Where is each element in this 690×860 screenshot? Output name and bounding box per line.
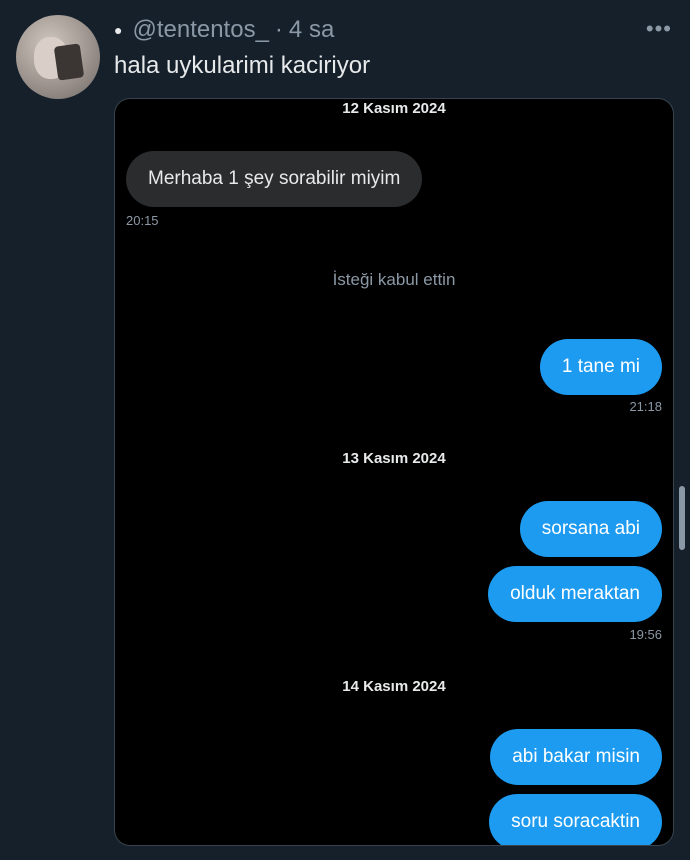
status-dot-icon: ● (114, 22, 123, 38)
message-time: 21:18 (629, 399, 662, 414)
header-separator: · (274, 16, 283, 43)
message-time: 19:56 (629, 627, 662, 642)
more-icon[interactable]: ••• (646, 16, 672, 42)
outgoing-message: 1 tane mi (539, 339, 662, 395)
user-handle[interactable]: @tententos_ (132, 16, 268, 44)
date-label: 12 Kasım 2024 (342, 100, 446, 117)
incoming-message: Merhaba 1 şey sorabilir miyim (126, 151, 423, 207)
date-label: 13 Kasım 2024 (342, 450, 446, 467)
date-label: 14 Kasım 2024 (342, 678, 446, 695)
outgoing-message: sorsana abi (519, 501, 662, 557)
timestamp[interactable]: 4 sa (289, 16, 334, 44)
scrollbar[interactable] (679, 486, 685, 550)
tweet-media-screenshot[interactable]: 12 Kasım 2024 Merhaba 1 şey sorabilir mi… (114, 98, 674, 846)
outgoing-message: soru soracaktin (489, 794, 662, 845)
avatar[interactable] (16, 15, 100, 99)
outgoing-message: abi bakar misin (490, 729, 662, 785)
tweet-text: hala uykularimi kaciriyor (114, 52, 371, 79)
message-time: 20:15 (126, 213, 159, 228)
tweet-header: ● @tententos_ · 4 sa (114, 14, 674, 46)
system-message: İsteği kabul ettin (332, 270, 456, 289)
outgoing-message: olduk meraktan (488, 566, 662, 622)
avatar-phone (53, 43, 85, 81)
